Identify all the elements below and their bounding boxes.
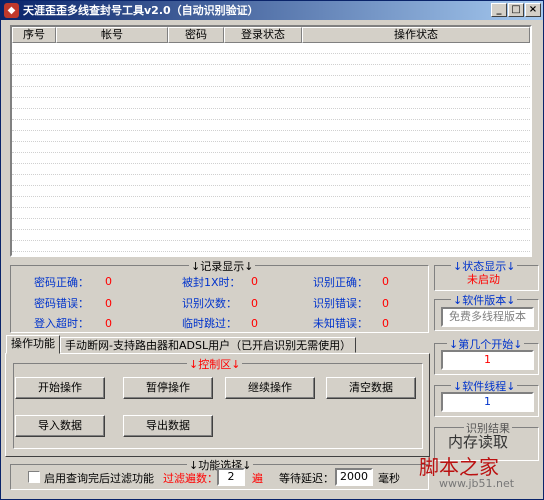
list-body [12, 43, 530, 252]
stat-label-skip: 临时跳过： [182, 317, 237, 330]
column-header-login-status[interactable]: 登录状态 [224, 27, 302, 43]
version-title: ↓软件版本↓ [451, 292, 518, 308]
start-at-input[interactable]: 1 [441, 350, 534, 370]
stat-value-recog-err: 0 [382, 297, 389, 310]
account-list[interactable]: 序号 帐号 密码 登录状态 操作状态 [10, 25, 532, 257]
stat-label-timeout: 登入超时： [34, 317, 89, 330]
resume-button[interactable]: 继续操作 [225, 377, 315, 399]
stat-value-timeout: 0 [105, 317, 112, 330]
status-value: 未启动 [467, 273, 500, 286]
column-header-op-status[interactable]: 操作状态 [302, 27, 530, 43]
stat-value-banned: 0 [251, 275, 258, 288]
filter-checkbox-label: 启用查询完后过滤功能 [44, 472, 154, 485]
filter-count-input[interactable]: 2 [217, 468, 245, 486]
title-bar: ◆ 天涯歪歪多线查封号工具v2.0（自动识别验证） _ □ × [1, 1, 543, 20]
stat-label-banned: 被封1X时： [182, 276, 241, 289]
delay-input[interactable]: 2000 [335, 468, 373, 486]
stat-label-pw-err: 密码错误： [34, 297, 89, 310]
window-title: 天涯歪歪多线查封号工具v2.0（自动识别验证） [23, 4, 259, 17]
stat-label-recog-ok: 识别正确： [313, 276, 368, 289]
stat-label-unknown: 未知错误： [313, 317, 368, 330]
stat-value-skip: 0 [251, 317, 258, 330]
delay-label: 等待延迟： [279, 472, 334, 485]
stat-value-pw-ok: 0 [105, 275, 112, 288]
control-title: ↓控制区↓ [187, 356, 243, 372]
tab-manual-disconnect[interactable]: 手动断网-支持路由器和ADSL用户（已开启识别无需使用） [60, 337, 357, 353]
filter-count-label: 过滤遍数： [163, 472, 218, 485]
captcha-value: 内存读取 [448, 433, 509, 451]
delay-unit: 毫秒 [378, 472, 400, 485]
minimize-button[interactable]: _ [491, 3, 507, 17]
column-header-password[interactable]: 密码 [168, 27, 224, 43]
pause-button[interactable]: 暂停操作 [123, 377, 213, 399]
filter-checkbox[interactable] [28, 471, 40, 483]
stat-label-recog-count: 识别次数： [182, 297, 237, 310]
stat-value-unknown: 0 [382, 317, 389, 330]
filter-count-unit: 遍 [252, 472, 263, 485]
tab-operations[interactable]: 操作功能 [6, 335, 60, 354]
close-button[interactable]: × [525, 3, 541, 17]
threads-input[interactable]: 1 [441, 392, 534, 412]
clear-button[interactable]: 清空数据 [326, 377, 416, 399]
stat-label-pw-ok: 密码正确： [34, 276, 89, 289]
column-header-index[interactable]: 序号 [12, 27, 56, 43]
version-field: 免费多线程版本 [441, 307, 534, 327]
maximize-button[interactable]: □ [508, 3, 524, 17]
start-button[interactable]: 开始操作 [15, 377, 105, 399]
watermark-logo: 脚本之家 [419, 455, 499, 479]
stat-value-recog-ok: 0 [382, 275, 389, 288]
export-button[interactable]: 导出数据 [123, 415, 213, 437]
main-window: ◆ 天涯歪歪多线查封号工具v2.0（自动识别验证） _ □ × 序号 帐号 密码… [0, 0, 544, 500]
stat-label-recog-err: 识别错误： [313, 297, 368, 310]
stat-value-pw-err: 0 [105, 297, 112, 310]
app-icon: ◆ [4, 3, 19, 18]
list-header: 序号 帐号 密码 登录状态 操作状态 [12, 27, 530, 43]
watermark-url: www.jb51.net [439, 477, 515, 490]
import-button[interactable]: 导入数据 [15, 415, 105, 437]
column-header-account[interactable]: 帐号 [56, 27, 168, 43]
stat-value-recog-count: 0 [251, 297, 258, 310]
records-title: ↓记录显示↓ [189, 258, 256, 274]
